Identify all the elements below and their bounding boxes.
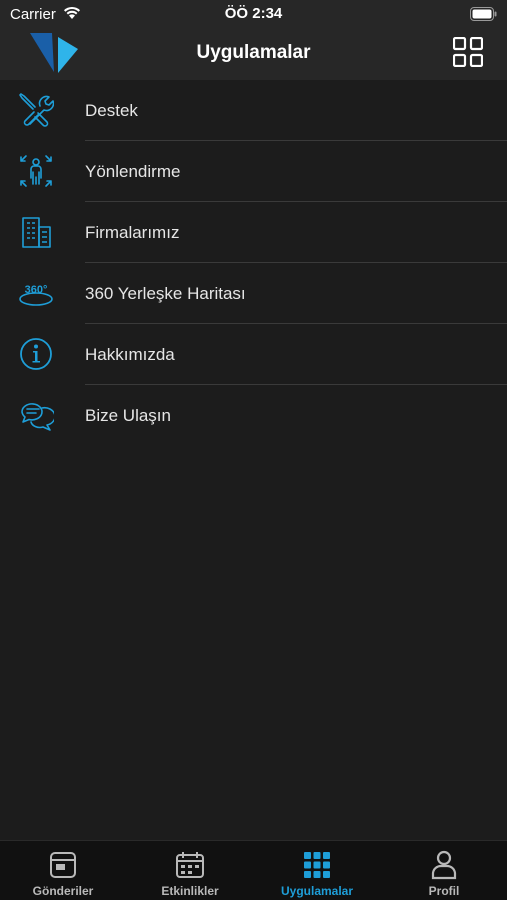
grid-icon[interactable] xyxy=(453,37,483,67)
apps-menu: Destek Yönlendirme Firmalarımız 360° 360… xyxy=(0,80,507,446)
tab-label: Profil xyxy=(428,884,460,898)
tab-label: Uygulamalar xyxy=(280,884,354,898)
menu-item-label: Hakkımızda xyxy=(85,345,175,364)
tools-icon xyxy=(19,93,54,127)
tab-label: Etkinlikler xyxy=(161,884,219,898)
building-icon xyxy=(22,217,51,248)
menu-item-destek[interactable]: Destek xyxy=(0,80,507,141)
svg-text:360°: 360° xyxy=(25,284,48,296)
menu-item-label: 360 Yerleşke Haritası xyxy=(85,284,246,303)
menu-item-hakkimizda[interactable]: Hakkımızda xyxy=(0,324,507,385)
tab-label: Gönderiler xyxy=(32,884,94,898)
menu-item-label: Destek xyxy=(85,101,138,120)
tab-bar: Gönderiler Etkinlikler Uygulamalar Profi… xyxy=(0,840,507,900)
menu-item-label: Bize Ulaşın xyxy=(85,406,171,425)
status-bar: Carrier ÖÖ 2:34 xyxy=(0,0,507,28)
tab-etkinlikler[interactable]: Etkinlikler xyxy=(127,841,253,900)
menu-item-label: Firmalarımız xyxy=(85,223,180,242)
menu-item-yonlendirme[interactable]: Yönlendirme xyxy=(0,141,507,202)
tab-gonderiler[interactable]: Gönderiler xyxy=(0,841,126,900)
menu-item-360-yerleske[interactable]: 360° 360 Yerleşke Haritası xyxy=(0,263,507,324)
battery-icon xyxy=(470,7,497,21)
status-time: ÖÖ 2:34 xyxy=(224,5,283,22)
direction-person-icon xyxy=(20,155,52,187)
navigation-bar: Uygulamalar xyxy=(0,28,507,80)
info-icon xyxy=(20,338,52,370)
menu-item-bize-ulasin[interactable]: Bize Ulaşın xyxy=(0,385,507,446)
menu-item-label: Yönlendirme xyxy=(85,162,181,181)
apps-grid-icon xyxy=(304,852,330,878)
360-view-icon: 360° xyxy=(19,284,53,306)
page-title: Uygulamalar xyxy=(196,42,311,63)
tab-uygulamalar[interactable]: Uygulamalar xyxy=(254,841,380,900)
chat-bubbles-icon xyxy=(21,403,54,431)
tab-profil[interactable]: Profil xyxy=(381,841,507,900)
posts-icon xyxy=(50,852,76,878)
calendar-icon xyxy=(176,852,204,878)
menu-item-firmalarimiz[interactable]: Firmalarımız xyxy=(0,202,507,263)
profile-icon xyxy=(431,850,457,880)
